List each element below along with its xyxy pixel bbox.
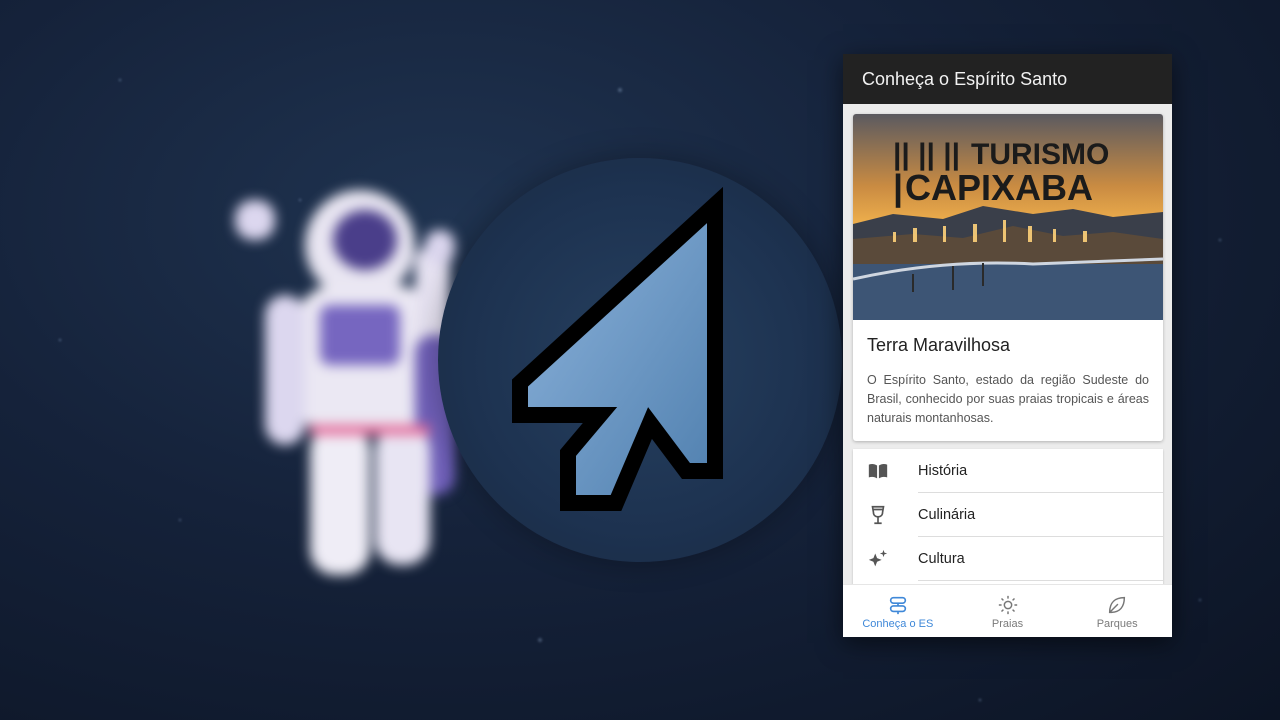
- sparkles-icon: [868, 549, 888, 567]
- card-title: Terra Maravilhosa: [867, 335, 1011, 355]
- leaf-icon: [1109, 596, 1126, 614]
- list-item-label: Cultura: [918, 551, 965, 567]
- list-item-historia[interactable]: História: [853, 449, 1163, 493]
- pixel-cursor-icon: [512, 186, 723, 511]
- hero-image: || || || TURISMO | CAPIXABA: [853, 114, 1163, 320]
- app-bar: Conheça o Espírito Santo: [843, 54, 1172, 104]
- card-description: O Espírito Santo, estado da região Sudes…: [867, 373, 1149, 425]
- bottom-tab-bar: Conheça o ES Praias Parques: [843, 584, 1172, 637]
- mobile-app: Conheça o Espírito Santo || || || TURISM…: [843, 54, 1172, 637]
- list-item-culinaria[interactable]: Culinária: [853, 493, 1163, 537]
- wine-glass-icon: [871, 505, 885, 525]
- signpost-icon: [889, 596, 906, 615]
- tab-conheca-o-es[interactable]: Conheça o ES: [843, 585, 953, 637]
- tab-label: Conheça o ES: [862, 618, 934, 630]
- tab-parques[interactable]: Parques: [1062, 585, 1172, 637]
- list-item-cultura[interactable]: Cultura: [853, 537, 1163, 581]
- topics-list: História Culinária Cultura: [853, 449, 1163, 585]
- app-title: Conheça o Espírito Santo: [862, 68, 1068, 89]
- divider: [918, 580, 1163, 581]
- tab-label: Praias: [991, 618, 1024, 630]
- list-item-label: História: [918, 463, 968, 479]
- featured-card[interactable]: || || || TURISMO | CAPIXABA Terra Maravi…: [853, 114, 1163, 441]
- tab-label: Parques: [1096, 618, 1138, 630]
- cursor-badge: [438, 158, 842, 562]
- list-item-label: Culinária: [918, 507, 976, 523]
- svg-text:|: |: [893, 167, 903, 209]
- sun-icon: [998, 595, 1017, 615]
- book-icon: [868, 463, 888, 479]
- hero-text-capixaba: CAPIXABA: [905, 167, 1093, 208]
- astronaut-illustration: [235, 190, 455, 575]
- tab-praias[interactable]: Praias: [953, 585, 1063, 637]
